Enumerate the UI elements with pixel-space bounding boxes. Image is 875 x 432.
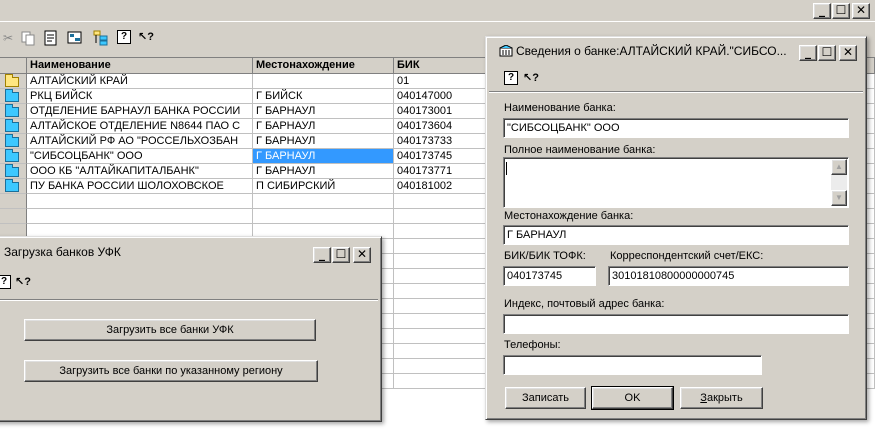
bik-field[interactable]: 040173745 [503,266,596,286]
cell-location: Г БАРНАУЛ [253,104,394,119]
row-indicator [0,164,27,179]
ufk-divider [0,299,378,301]
open-folder-icon [5,74,19,87]
main-window-titlebar: _ ☐ ✕ [0,0,875,22]
cut-icon[interactable]: ✂ [0,30,16,46]
location-label: Местонахождение банка: [504,210,634,222]
bank-minimize-button[interactable]: _ [799,45,817,61]
ok-button[interactable]: OK [591,386,674,410]
bank-maximize-button[interactable]: ☐ [818,45,836,61]
main-maximize-button[interactable]: ☐ [832,3,850,19]
close-label-rest: акрыть [706,392,743,404]
bank-help-icon[interactable]: ? [504,71,518,85]
folder-icon [5,164,19,177]
cell-name: ОТДЕЛЕНИЕ БАРНАУЛ БАНКА РОССИИ [27,104,253,119]
bank-details-window: Сведения о банке:АЛТАЙСКИЙ КРАЙ."СИБСО..… [485,36,867,420]
cell-location: Г БАРНАУЛ [253,164,394,179]
grid-header-name[interactable]: Наименование [27,58,253,74]
cell-name [27,194,253,209]
bik-label: БИК/БИК ТОФК: [504,250,586,262]
location-field[interactable]: Г БАРНАУЛ [503,225,849,245]
bank-name-label: Наименование банка: [504,102,616,114]
scroll-down-icon[interactable]: ▼ [831,190,847,206]
grid-header-location[interactable]: Местонахождение [253,58,394,74]
cell-location: Г БАРНАУЛ [253,149,394,164]
row-indicator [0,134,27,149]
row-indicator [0,209,27,224]
cell-location [253,209,394,224]
ufk-load-window: Загрузка банков УФК _ ☐ ✕ ? ↖? Загрузить… [0,236,382,422]
copy-icon[interactable] [20,30,36,46]
scroll-up-icon[interactable]: ▲ [831,159,847,175]
cell-name: АЛТАЙСКИЙ КРАЙ [27,74,253,89]
row-indicator [0,104,27,119]
cell-name: РКЦ БИЙСК [27,89,253,104]
folder-icon [5,149,19,162]
corr-account-field[interactable]: 30101810800000000745 [608,266,849,286]
close-mnemonic: З [700,392,707,404]
row-indicator [0,74,27,89]
properties-icon[interactable] [43,30,59,46]
ufk-minimize-button[interactable]: _ [313,247,331,263]
main-minimize-button[interactable]: _ [813,3,831,19]
full-name-label: Полное наименование банка: [504,144,656,156]
grid-indicator-header [0,58,27,74]
text-cursor [506,162,507,175]
cell-location: Г БИЙСК [253,89,394,104]
row-indicator [0,89,27,104]
bank-window-icon [499,44,513,57]
ufk-whats-this-icon[interactable]: ↖? [15,274,31,290]
folder-icon [5,89,19,102]
folder-icon [5,179,19,192]
tree-icon[interactable] [93,30,109,46]
folder-icon [5,104,19,117]
cell-name: АЛТАЙСКИЙ РФ АО "РОССЕЛЬХОЗБАН [27,134,253,149]
main-close-button[interactable]: ✕ [852,3,870,19]
ufk-close-button[interactable]: ✕ [353,247,371,263]
folder-icon [5,119,19,132]
row-indicator [0,149,27,164]
row-indicator [0,194,27,209]
cell-location [253,194,394,209]
bank-name-field[interactable]: "СИБСОЦБАНК" ООО [503,118,849,138]
row-indicator [0,179,27,194]
address-field[interactable] [503,314,849,334]
bank-close-button[interactable]: ✕ [839,45,857,61]
ufk-maximize-button[interactable]: ☐ [332,247,350,263]
close-button[interactable]: Закрыть [680,387,763,409]
bank-window-title: Сведения о банке:АЛТАЙСКИЙ КРАЙ."СИБСО..… [516,44,786,58]
load-all-ufk-banks-button[interactable]: Загрузить все банки УФК [24,319,316,341]
full-name-textarea[interactable]: ▲ ▼ [503,157,849,208]
row-indicator [0,119,27,134]
ufk-help-icon[interactable]: ? [0,275,11,289]
cell-name: АЛТАЙСКОЕ ОТДЕЛЕНИЕ N8644 ПАО С [27,119,253,134]
cell-name [27,209,253,224]
full-name-scrollbar[interactable]: ▲ ▼ [831,159,847,206]
cell-name: ООО КБ "АЛТАЙКАПИТАЛБАНК" [27,164,253,179]
save-button[interactable]: Записать [505,387,586,409]
cell-location: Г БАРНАУЛ [253,134,394,149]
cell-name: ПУ БАНКА РОССИИ ШОЛОХОВСКОЕ [27,179,253,194]
bank-whats-this-icon[interactable]: ↖? [523,70,539,86]
phones-label: Телефоны: [504,339,561,351]
cell-name: "СИБСОЦБАНК" ООО [27,149,253,164]
whats-this-icon[interactable]: ↖? [138,29,154,45]
cell-location: П СИБИРСКИЙ [253,179,394,194]
load-region-banks-button[interactable]: Загрузить все банки по указанному регион… [24,360,318,382]
cell-location: Г БАРНАУЛ [253,119,394,134]
phones-field[interactable] [503,355,762,375]
list-icon[interactable] [67,30,83,46]
help-icon[interactable]: ? [117,30,131,44]
folder-icon [5,134,19,147]
address-label: Индекс, почтовый адрес банка: [504,298,665,310]
cell-location [253,74,394,89]
bank-divider [489,91,863,93]
corr-account-label: Корреспондентский счет/ЕКС: [610,250,764,262]
